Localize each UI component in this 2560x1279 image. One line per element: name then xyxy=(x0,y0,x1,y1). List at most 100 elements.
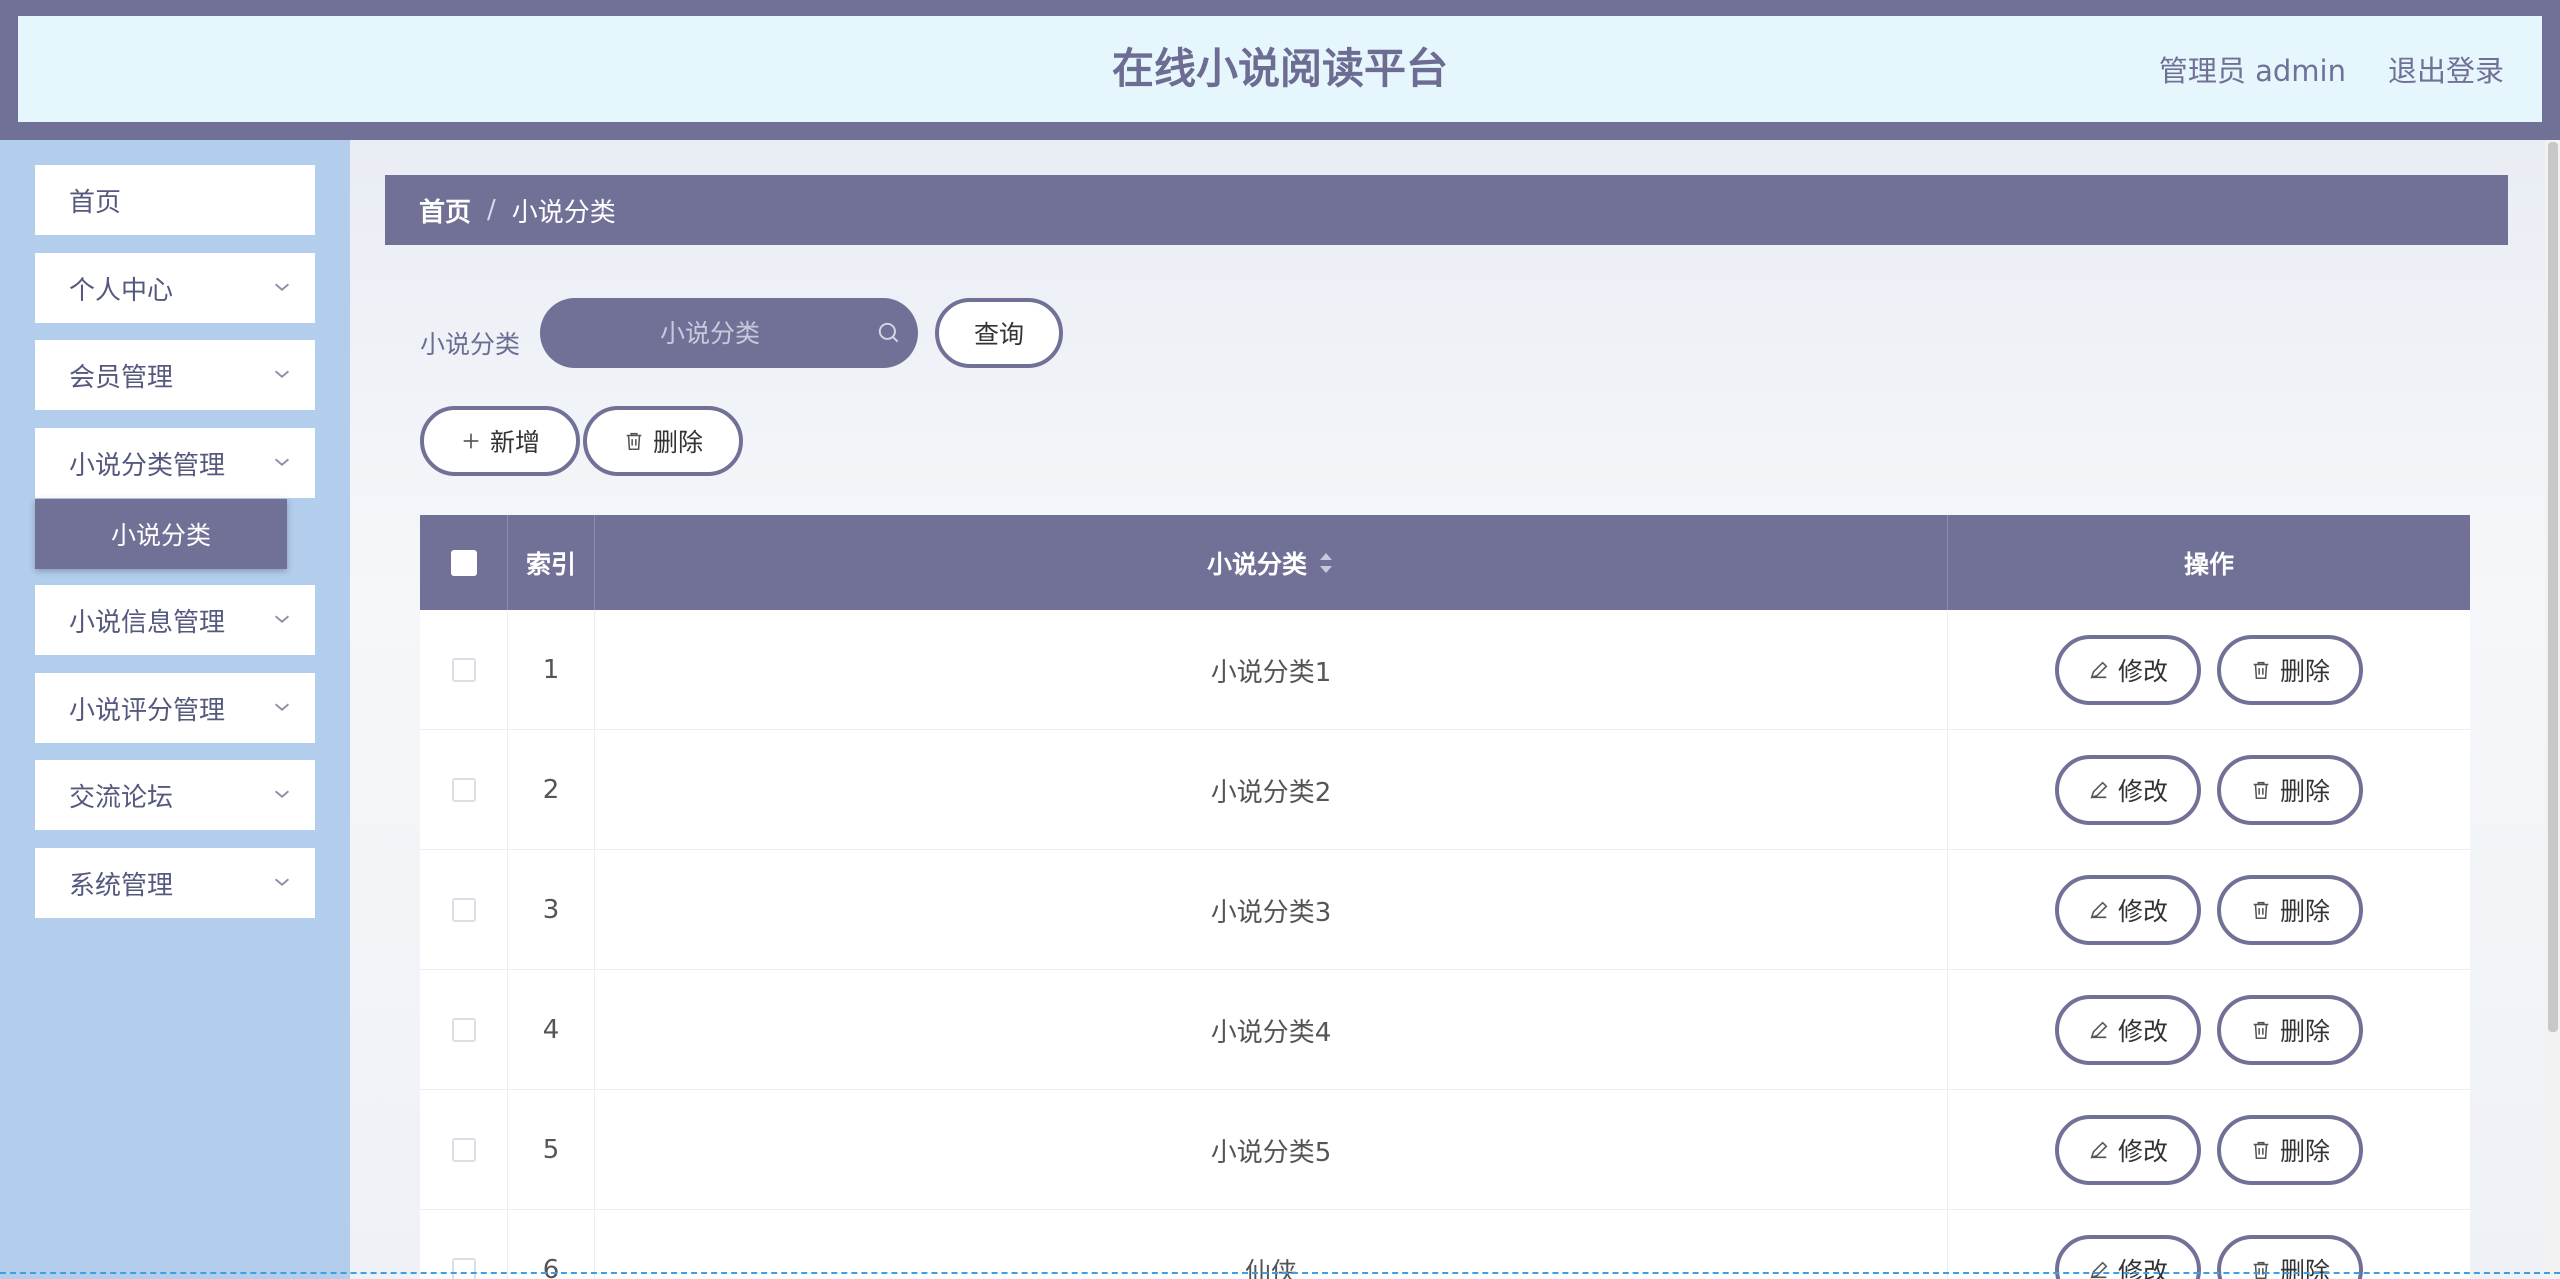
row-checkbox[interactable] xyxy=(451,778,476,802)
sidebar-item-label: 小说评分管理 xyxy=(69,695,226,726)
row-checkbox[interactable] xyxy=(451,898,476,922)
select-all-checkbox[interactable] xyxy=(450,549,477,576)
chevron-down-icon xyxy=(274,703,290,711)
edit-button-label: 修改 xyxy=(2117,1017,2168,1046)
sidebar-item-label: 小说信息管理 xyxy=(69,607,226,638)
row-check-cell xyxy=(420,1210,508,1279)
sidebar-item-label: 交流论坛 xyxy=(69,782,174,813)
scrollbar-thumb[interactable] xyxy=(2548,142,2558,1032)
delete-button-label: 删除 xyxy=(2279,657,2330,686)
delete-button[interactable]: 删除 xyxy=(2217,875,2363,945)
header-inner: 在线小说阅读平台 管理员 admin 退出登录 xyxy=(18,16,2542,122)
query-button[interactable]: 查询 xyxy=(935,298,1063,368)
header-operation: 操作 xyxy=(2183,549,2234,579)
row-index: 1 xyxy=(508,610,595,730)
table-row: 2 小说分类2 修改 删除 xyxy=(420,730,2470,850)
row-check-cell xyxy=(420,850,508,970)
main-content: 首页 / 小说分类 小说分类 查询 新增 删除 索引 小说分类 操作 xyxy=(350,140,2545,1279)
delete-button[interactable]: 删除 xyxy=(2217,995,2363,1065)
pencil-icon xyxy=(2090,661,2108,679)
header-index: 索引 xyxy=(508,515,595,610)
row-check-cell xyxy=(420,1090,508,1210)
pencil-icon xyxy=(2090,1261,2108,1279)
delete-button[interactable]: 删除 xyxy=(2217,1115,2363,1185)
chevron-down-icon xyxy=(274,790,290,798)
row-checkbox[interactable] xyxy=(451,1258,476,1279)
edit-button-label: 修改 xyxy=(2117,1257,2168,1279)
sidebar-subitem-novel-category[interactable]: 小说分类 xyxy=(35,499,287,569)
sidebar-item-member-management[interactable]: 会员管理 xyxy=(35,340,315,410)
row-check-cell xyxy=(420,610,508,730)
sidebar-item-system-management[interactable]: 系统管理 xyxy=(35,848,315,918)
delete-button[interactable]: 删除 xyxy=(2217,635,2363,705)
chevron-down-icon xyxy=(274,370,290,378)
breadcrumb-separator: / xyxy=(487,195,496,225)
trash-icon xyxy=(2253,1261,2269,1279)
row-check-cell xyxy=(420,970,508,1090)
edit-button[interactable]: 修改 xyxy=(2055,875,2201,945)
sidebar-item-category-management[interactable]: 小说分类管理 xyxy=(35,428,315,498)
bottom-dashed-line xyxy=(0,1272,2560,1274)
search-box xyxy=(540,298,918,368)
plus-icon xyxy=(463,433,479,449)
batch-delete-button[interactable]: 删除 xyxy=(583,406,743,476)
table-row: 6 仙侠 修改 删除 xyxy=(420,1210,2470,1279)
trash-icon xyxy=(2253,901,2269,920)
pencil-icon xyxy=(2090,781,2108,799)
chevron-down-icon xyxy=(274,458,290,466)
row-checkbox[interactable] xyxy=(451,1018,476,1042)
batch-delete-button-label: 删除 xyxy=(652,428,703,457)
chevron-down-icon xyxy=(274,615,290,623)
query-button-label: 查询 xyxy=(973,320,1024,349)
sidebar-item-label: 首页 xyxy=(69,187,122,218)
sidebar-item-label: 会员管理 xyxy=(69,362,174,393)
table-row: 4 小说分类4 修改 删除 xyxy=(420,970,2470,1090)
row-operations: 修改 删除 xyxy=(1948,610,2470,730)
sort-icon[interactable] xyxy=(1317,549,1335,577)
row-operations: 修改 删除 xyxy=(1948,970,2470,1090)
sidebar-item-personal-center[interactable]: 个人中心 xyxy=(35,253,315,323)
search-icon xyxy=(878,322,899,343)
breadcrumb: 首页 / 小说分类 xyxy=(385,175,2508,245)
sidebar-item-rating-management[interactable]: 小说评分管理 xyxy=(35,673,315,743)
sidebar-item-label: 系统管理 xyxy=(69,870,174,901)
sidebar: 首页 个人中心 会员管理 小说分类管理 小说分类 小说信息管理 小说评分管理 交… xyxy=(0,140,350,1279)
trash-icon xyxy=(2253,1141,2269,1160)
delete-button-label: 删除 xyxy=(2279,777,2330,806)
search-input[interactable] xyxy=(560,298,860,368)
top-header: 在线小说阅读平台 管理员 admin 退出登录 xyxy=(0,0,2560,140)
chevron-down-icon xyxy=(274,283,290,291)
breadcrumb-current: 小说分类 xyxy=(511,197,616,228)
header-select-all-cell xyxy=(420,515,508,610)
row-index: 4 xyxy=(508,970,595,1090)
edit-button[interactable]: 修改 xyxy=(2055,995,2201,1065)
row-operations: 修改 删除 xyxy=(1948,1210,2470,1279)
row-checkbox[interactable] xyxy=(451,658,476,682)
row-checkbox[interactable] xyxy=(451,1138,476,1162)
delete-button[interactable]: 删除 xyxy=(2217,755,2363,825)
sidebar-item-novel-info-management[interactable]: 小说信息管理 xyxy=(35,585,315,655)
delete-button-label: 删除 xyxy=(2279,1137,2330,1166)
trash-icon xyxy=(2253,1021,2269,1040)
logout-button[interactable]: 退出登录 xyxy=(2388,48,2504,90)
row-operations: 修改 删除 xyxy=(1948,730,2470,850)
edit-button[interactable]: 修改 xyxy=(2055,1115,2201,1185)
table-row: 3 小说分类3 修改 删除 xyxy=(420,850,2470,970)
pencil-icon xyxy=(2090,1141,2108,1159)
edit-button[interactable]: 修改 xyxy=(2055,755,2201,825)
add-button-label: 新增 xyxy=(489,428,540,457)
breadcrumb-home[interactable]: 首页 xyxy=(419,192,471,229)
table-header: 索引 小说分类 操作 xyxy=(420,515,2470,610)
edit-button[interactable]: 修改 xyxy=(2055,635,2201,705)
search-label: 小说分类 xyxy=(420,330,521,359)
delete-button-label: 删除 xyxy=(2279,1017,2330,1046)
sidebar-item-home[interactable]: 首页 xyxy=(35,165,315,235)
header-category-label: 小说分类 xyxy=(1206,549,1307,579)
sidebar-item-forum[interactable]: 交流论坛 xyxy=(35,760,315,830)
chevron-down-icon xyxy=(274,878,290,886)
table-row: 5 小说分类5 修改 删除 xyxy=(420,1090,2470,1210)
add-button[interactable]: 新增 xyxy=(420,406,580,476)
category-table: 索引 小说分类 操作 1 小说分类1 修改 删除 2 小说分类2 修改 删除 3… xyxy=(420,515,2470,1279)
header-category[interactable]: 小说分类 xyxy=(595,515,1948,610)
row-index: 2 xyxy=(508,730,595,850)
